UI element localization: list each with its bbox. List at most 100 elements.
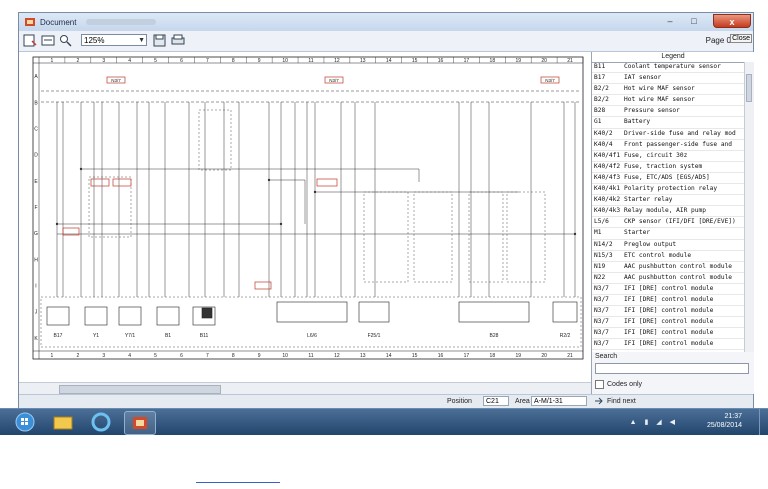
grid-number: 7 [206,353,209,359]
minimize-button[interactable]: – [659,14,681,28]
grid-number: 2 [76,353,79,359]
grid-number: 5 [154,353,157,359]
scroll-thumb[interactable] [59,385,221,394]
legend-row[interactable]: M1 Starter [592,228,744,240]
wires [56,102,576,297]
legend-row[interactable]: B28 Pressure sensor [592,106,744,118]
legend-row[interactable]: N3/7 IFI [DRE] control module [592,339,744,350]
legend-code: N3/7 [594,340,609,348]
grid-number: 3 [102,58,105,64]
legend-description: Polarity protection relay [624,185,718,193]
legend-row[interactable]: G1 Battery [592,117,744,129]
legend-row[interactable]: B2/2 Hot wire MAF sensor [592,95,744,107]
grid-letter: B [34,100,38,106]
title-bar[interactable]: Document – □ x [19,13,753,31]
legend-row[interactable]: N19 AAC pushbutton control module [592,262,744,273]
legend-code: G1 [594,118,602,126]
legend-row[interactable]: N15/3 ETC control module [592,251,744,262]
legend-row[interactable]: K40/4f1 Fuse, circuit 30z [592,151,744,162]
legend-row[interactable]: K40/4k2 Starter relay [592,195,744,207]
legend-description: Fuse, ETC/ADS [EGS/AD5] [624,173,710,181]
start-button-icon[interactable] [14,412,36,432]
legend-panel: Legend B11 Coolant temperature sensor B17 I… [591,52,754,352]
legend-list[interactable]: B11 Coolant temperature sensor B17 IAT sens… [592,62,744,350]
legend-scroll-thumb[interactable] [746,74,752,102]
legend-code: K40/4f1 [594,151,621,159]
legend-code: N19 [594,262,606,270]
legend-row[interactable]: K40/4 Front passenger-side fuse and [592,140,744,151]
show-desktop-button[interactable] [759,409,768,435]
legend-code: K40/2 [594,129,613,137]
grid-letter: J [35,310,38,316]
callout-label: N3/7 [329,78,339,83]
schematic-canvas[interactable]: 1 2 3 4 5 6 7 8 9 10 11 12 13 14 15 16 17 18 19 20 21 123456… [19,52,591,382]
zoom-select[interactable]: 125% ▼ [81,34,147,46]
grid-number: 20 [541,58,547,64]
find-next-button[interactable]: Find next [591,394,753,408]
zoom-icon[interactable] [59,34,73,47]
legend-row[interactable]: N14/2 Preglow output [592,240,744,251]
legend-row[interactable]: B2/2 Hot wire MAF sensor [592,84,744,96]
component-label: B1 [165,333,171,339]
grid-number: 13 [360,353,366,359]
legend-row[interactable]: N3/7 IFI [DRE] control module [592,306,744,318]
legend-row[interactable]: N3/7 IFI [DRE] control module [592,317,744,329]
find-arrow-icon [595,397,603,405]
grid-number: 19 [515,58,521,64]
find-next-label: Find next [607,397,636,405]
grid-numbers-bottom: 1 2 3 4 5 6 7 8 9 10 11 12 13 14 15 16 17 18 19 20 21 [51,353,573,359]
legend-code: N14/2 [594,240,613,248]
legend-row[interactable]: K40/4k3 Relay module, AIR pump [592,206,744,218]
grid-number: 18 [490,58,496,64]
legend-row[interactable]: B11 Coolant temperature sensor [592,62,744,74]
legend-description: IAT sensor [624,74,662,82]
close-window-button[interactable]: x [713,14,751,28]
legend-row[interactable]: L5/6 CKP sensor (IFI/DFI [DRE/EVE]) [592,217,744,229]
document-app-icon[interactable] [124,411,156,435]
legend-description: IFI [DRE] control module [624,329,714,337]
grid-number: 17 [464,353,470,359]
grid-number: 5 [154,58,157,64]
file-explorer-icon[interactable] [48,411,78,433]
search-input[interactable] [595,363,749,374]
grid-number: 19 [515,353,521,359]
legend-row[interactable]: K40/4k1 Polarity protection relay [592,184,744,196]
legend-code: N3/7 [594,284,609,292]
system-tray-icons[interactable]: ▲ ▮ ◢ ◀ [630,418,678,426]
callout-label: N3/7 [545,78,555,83]
codes-only-label: Codes only [607,381,643,388]
close-document-button[interactable]: Close [730,34,752,43]
legend-code: L5/6 [594,218,609,226]
maximize-button[interactable]: □ [683,14,705,28]
component-label: F25/1 [368,333,381,339]
legend-row[interactable]: N3/7 IFI [DRE] control module [592,295,744,307]
legend-row[interactable]: K40/4f2 Fuse, traction system [592,162,744,173]
legend-row[interactable]: K40/2 Driver-side fuse and relay mod [592,129,744,140]
link-underline[interactable] [196,482,280,483]
grid-letter: C [34,126,38,132]
legend-row[interactable]: N3/7 IFI [DRE] control module [592,284,744,295]
legend-scrollbar[interactable] [744,62,754,352]
legend-description: IFI [DRE] control module [624,295,714,303]
legend-row[interactable]: B17 IAT sensor [592,73,744,85]
browser-icon[interactable] [86,411,116,433]
legend-code: B17 [594,74,606,82]
legend-row[interactable]: N3/7 IFI [DRE] control module [592,328,744,340]
fit-page-icon[interactable] [23,34,37,47]
clock[interactable]: 21:37 25/08/2014 [707,412,742,430]
legend-row[interactable]: N22 AAC pushbutton control module [592,273,744,284]
save-icon[interactable] [153,34,167,47]
grid-number: 8 [232,353,235,359]
legend-row[interactable]: K40/4f3 Fuse, ETC/ADS [EGS/AD5] [592,173,744,185]
legend-description: Front passenger-side fuse and [624,140,733,148]
print-icon[interactable] [171,34,185,47]
zoom-value: 125% [84,36,105,45]
grid-number: 6 [180,58,183,64]
grid-number: 4 [128,353,131,359]
fit-width-icon[interactable] [41,34,55,47]
component-label: R2/2 [560,333,571,339]
grid-number: 12 [334,58,340,64]
codes-only-option[interactable]: Codes only [595,380,642,389]
codes-only-checkbox[interactable] [595,380,604,389]
clock-date: 25/08/2014 [706,422,742,429]
